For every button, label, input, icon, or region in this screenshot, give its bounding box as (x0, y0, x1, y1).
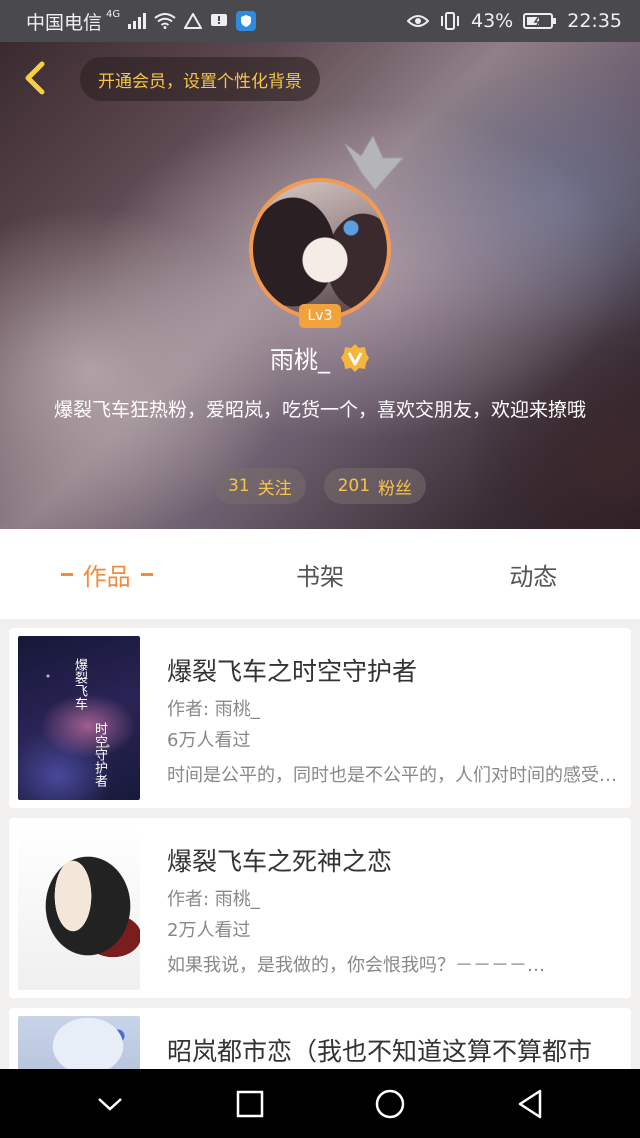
clock: 22:35 (567, 10, 622, 32)
work-author: 作者: 雨桃_ (167, 889, 260, 910)
work-desc: 如果我说，是我做的，你会恨我吗？－－－－… (167, 955, 545, 976)
cover-text-glyph: 时空守护者 (92, 722, 107, 787)
warning-triangle-icon (184, 13, 203, 29)
eye-icon (407, 14, 429, 28)
cover-text-glyph: 爆裂飞车 (72, 658, 87, 710)
signal-icon (128, 13, 147, 29)
name-row: 雨桃_ (0, 340, 640, 375)
work-author: 作者: 雨桃_ (167, 699, 260, 720)
battery-percent: 43% (471, 10, 514, 32)
follow-stats: 31 关注 201 粉丝 (0, 468, 640, 504)
system-nav-bar (0, 1069, 640, 1138)
back-button[interactable] (14, 56, 58, 100)
username: 雨桃_ (270, 346, 330, 374)
work-title: 爆裂飞车之死神之恋 (167, 847, 393, 876)
works-list: 爆裂飞车 时空守护者 爆裂飞车之时空守护者 作者: 雨桃_ 6万人看过 时间是公… (0, 619, 640, 1069)
profile-header: 开通会员，设置个性化背景 Lv3 雨桃_ 爆裂飞车狂热粉，爱昭岚，吃货一个，喜欢… (0, 42, 640, 529)
message-alert-icon (210, 13, 228, 29)
following-count: 31 (227, 476, 250, 496)
chevron-down-icon (98, 1097, 122, 1111)
nav-back-button[interactable] (500, 1074, 560, 1134)
work-title: 爆裂飞车之时空守护者 (167, 657, 418, 686)
square-icon (236, 1090, 264, 1117)
following-button[interactable]: 31 关注 (213, 468, 306, 504)
level-badge: Lv3 (299, 304, 341, 328)
list-item[interactable]: 昭岚都市恋（我也不知道这算不算都市 (9, 1008, 631, 1069)
tab-indicator-left (60, 572, 73, 576)
wifi-icon (154, 13, 176, 29)
avatar-container: Lv3 (249, 134, 405, 328)
book-cover (18, 1016, 140, 1069)
work-views: 2万人看过 (167, 920, 251, 941)
tab-works[interactable]: 作品 (0, 529, 213, 619)
followers-button[interactable]: 201 粉丝 (323, 468, 427, 504)
shield-app-icon (236, 11, 257, 31)
following-label: 关注 (257, 478, 292, 499)
profile-tabs: 作品 书架 动态 (0, 529, 640, 619)
vip-prompt-label: 开通会员，设置个性化背景 (98, 71, 302, 92)
followers-count: 201 (337, 476, 371, 496)
status-bar: 中国电信 4G 43% 22:35 (0, 0, 640, 42)
crown-icon (344, 134, 405, 191)
circle-icon (375, 1089, 405, 1118)
avatar[interactable] (249, 178, 391, 320)
verified-v-icon (341, 343, 369, 372)
chevron-left-icon (25, 61, 45, 95)
vip-background-prompt[interactable]: 开通会员，设置个性化背景 (80, 57, 320, 101)
list-item[interactable]: 爆裂飞车 时空守护者 爆裂飞车之时空守护者 作者: 雨桃_ 6万人看过 时间是公… (9, 628, 631, 808)
tab-activity[interactable]: 动态 (427, 529, 640, 619)
vibrate-icon (439, 12, 461, 30)
work-desc: 时间是公平的，同时也是不公平的，人们对时间的感受… (167, 765, 617, 786)
nav-home-button[interactable] (360, 1074, 420, 1134)
battery-icon (523, 12, 557, 30)
triangle-back-icon (518, 1089, 542, 1118)
followers-label: 粉丝 (378, 478, 413, 499)
tab-activity-label: 动态 (509, 562, 558, 591)
tab-indicator-right (140, 572, 153, 576)
carrier-label: 中国电信 (26, 11, 103, 34)
nav-collapse-button[interactable] (80, 1074, 140, 1134)
network-type: 4G (106, 8, 121, 20)
book-cover (18, 826, 140, 990)
tab-bookshelf-label: 书架 (295, 562, 344, 591)
list-item[interactable]: 爆裂飞车之死神之恋 作者: 雨桃_ 2万人看过 如果我说，是我做的，你会恨我吗？… (9, 818, 631, 998)
work-views: 6万人看过 (167, 730, 251, 751)
work-title: 昭岚都市恋（我也不知道这算不算都市 (167, 1037, 593, 1066)
user-bio: 爆裂飞车狂热粉，爱昭岚，吃货一个，喜欢交朋友，欢迎来撩哦 (53, 399, 586, 421)
tab-bookshelf[interactable]: 书架 (213, 529, 426, 619)
book-cover: 爆裂飞车 时空守护者 (18, 636, 140, 800)
tab-works-label: 作品 (82, 562, 131, 591)
nav-recents-button[interactable] (220, 1074, 280, 1134)
